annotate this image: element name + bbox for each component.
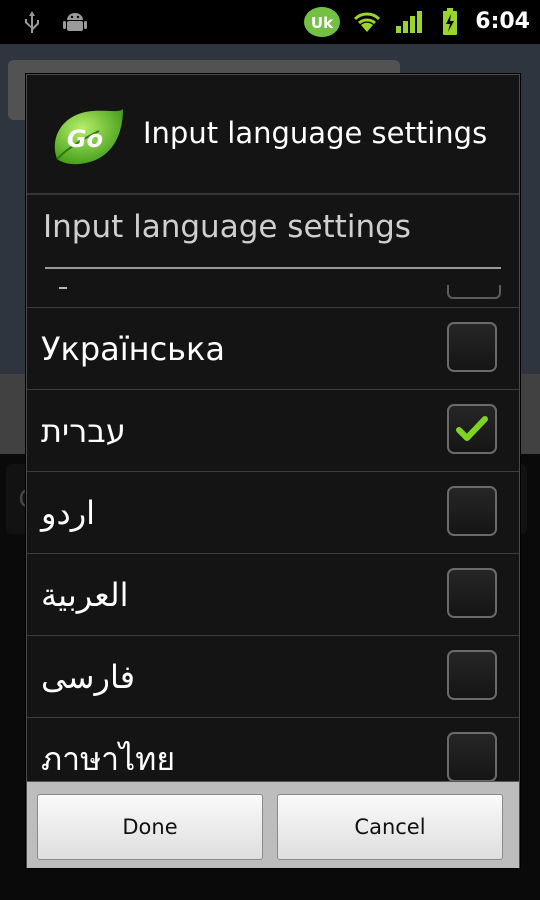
language-badge-icon: Uk [300, 0, 344, 44]
dialog-button-bar: Done Cancel [27, 781, 519, 868]
input-language-dialog: Go Input language settings Input languag… [26, 74, 520, 868]
list-item[interactable]: עברית [27, 389, 519, 472]
battery-charging-icon [438, 0, 462, 44]
language-label: ภาษาไทย [41, 740, 176, 778]
language-checkbox[interactable] [447, 568, 497, 618]
language-badge-text: Uk [311, 14, 334, 32]
subtitle-divider [45, 267, 501, 269]
language-checkbox[interactable] [447, 322, 497, 372]
partial-item-text [59, 287, 67, 289]
cancel-button[interactable]: Cancel [277, 794, 503, 860]
language-label: فارسی [41, 658, 135, 696]
language-label: עברית [41, 412, 126, 450]
language-label: اردو [41, 494, 96, 532]
list-item[interactable]: ภาษาไทย [27, 717, 519, 781]
signal-icon [392, 0, 426, 44]
go-keyboard-logo-icon: Go [49, 107, 125, 169]
dialog-header: Go Input language settings [27, 75, 519, 195]
list-item[interactable]: اردو [27, 471, 519, 554]
language-checkbox[interactable] [447, 486, 497, 536]
list-item[interactable]: Українська [27, 307, 519, 390]
dialog-subtitle: Input language settings [43, 209, 411, 245]
go-logo-text: Go [67, 125, 103, 153]
language-list[interactable]: Українська עברית اردو العربية فارسی ภาษา… [27, 285, 519, 781]
language-checkbox[interactable] [447, 404, 497, 454]
language-label: Українська [41, 330, 225, 368]
language-checkbox[interactable] [447, 732, 497, 781]
language-label: العربية [41, 576, 129, 614]
android-debug-icon [60, 0, 90, 44]
status-bar: Uk 6:04 [0, 0, 540, 44]
status-time: 6:04 [475, 9, 530, 34]
language-checkbox[interactable] [447, 650, 497, 700]
list-item[interactable]: فارسی [27, 635, 519, 718]
list-item-partial [27, 285, 519, 307]
done-button[interactable]: Done [37, 794, 263, 860]
checkmark-icon [456, 416, 488, 441]
partial-checkbox [447, 285, 501, 299]
usb-icon [20, 0, 44, 44]
wifi-icon [350, 0, 384, 44]
dialog-title: Input language settings [143, 116, 488, 150]
list-item[interactable]: العربية [27, 553, 519, 636]
